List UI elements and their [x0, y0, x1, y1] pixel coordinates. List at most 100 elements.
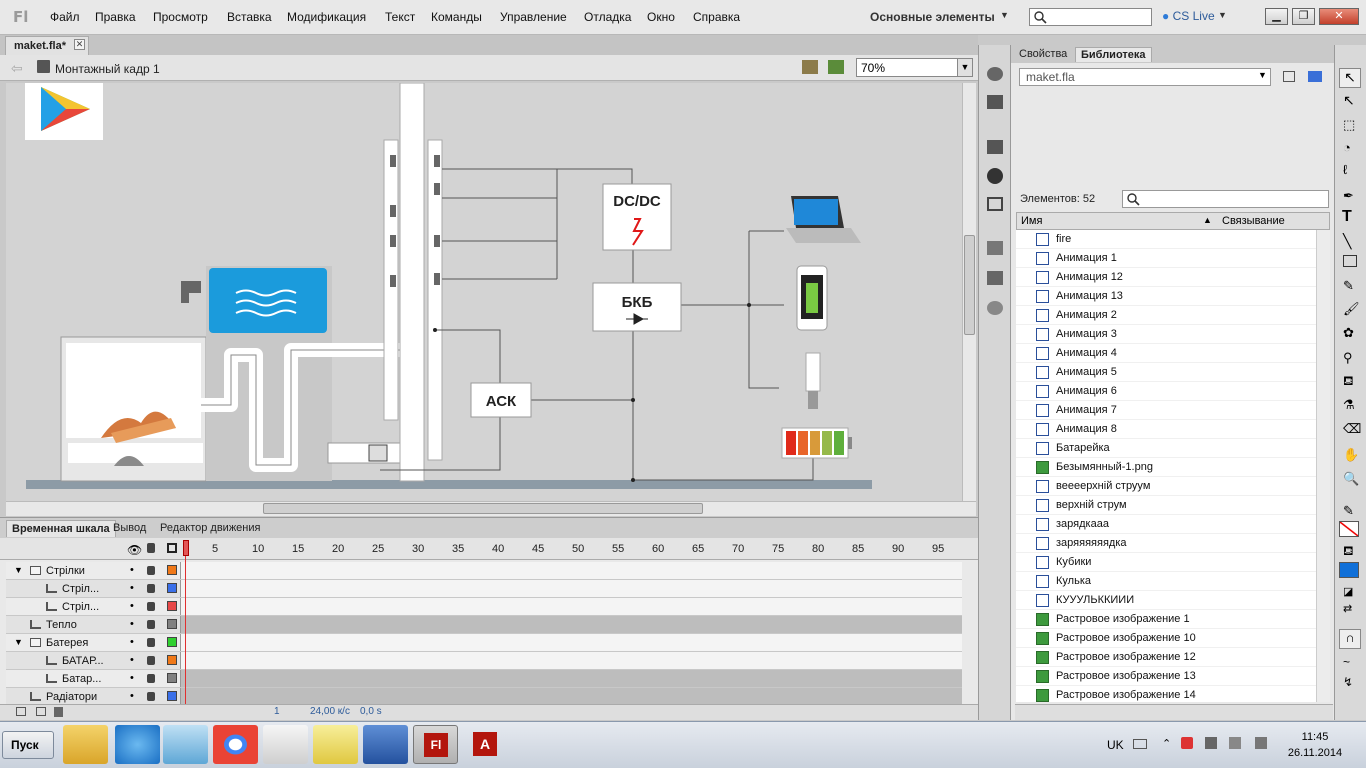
3d-rotation-icon[interactable]: ◔ [1343, 140, 1351, 155]
library-item[interactable]: заряяяяяядка [1016, 534, 1316, 553]
layer-color-swatch[interactable] [167, 655, 177, 665]
library-item[interactable]: Анимация 1 [1016, 249, 1316, 268]
layer-name[interactable]: Стрілки [46, 565, 85, 577]
chevron-down-icon[interactable]: ▼ [1218, 10, 1227, 20]
motion-presets-icon[interactable] [987, 301, 1003, 315]
lock-icon[interactable] [147, 620, 155, 629]
tab-timeline[interactable]: Временная шкала [6, 520, 116, 537]
snipping-tool-taskbar-icon[interactable] [263, 725, 308, 764]
minimize-button[interactable]: ▁ [1265, 8, 1288, 25]
eye-icon[interactable]: 👁 [127, 543, 142, 557]
library-item[interactable]: Анимация 2 [1016, 306, 1316, 325]
color-icon[interactable] [987, 67, 1003, 81]
swatches-icon[interactable] [987, 95, 1003, 109]
internet-explorer-taskbar-icon[interactable] [115, 725, 160, 764]
sticky-notes-taskbar-icon[interactable] [313, 725, 358, 764]
library-file-select[interactable]: maket.fla [1019, 68, 1271, 86]
back-arrow-icon[interactable]: ⇦ [11, 60, 23, 77]
layer-color-swatch[interactable] [167, 637, 177, 647]
timeline-layer-row[interactable]: Тепло • [6, 616, 962, 634]
volume-icon[interactable] [1255, 737, 1267, 749]
tab-properties[interactable]: Свойства [1014, 47, 1072, 61]
close-icon[interactable]: ✕ [74, 39, 85, 50]
brush-icon[interactable]: 🖌 [1343, 301, 1360, 317]
stage[interactable]: DC/DC БКБ АСК [6, 83, 962, 501]
library-item[interactable]: Растровое изображение 13 [1016, 667, 1316, 686]
frame-track[interactable] [180, 598, 962, 615]
language-indicator[interactable]: UK [1107, 738, 1124, 752]
timeline-layer-row[interactable]: ▼ Стрілки • [6, 562, 962, 580]
library-item[interactable]: Анимация 8 [1016, 420, 1316, 439]
line-tool-icon[interactable]: ╲ [1343, 233, 1351, 250]
library-item[interactable]: Анимация 7 [1016, 401, 1316, 420]
zoom-tool-icon[interactable]: 🔍 [1343, 471, 1359, 487]
frame-track[interactable] [180, 562, 962, 579]
default-colors-icon[interactable]: ◪ [1343, 585, 1353, 598]
straighten-icon[interactable]: ↯ [1343, 675, 1353, 689]
eraser-icon[interactable]: ⌫ [1343, 421, 1361, 437]
library-item[interactable]: fire [1016, 230, 1316, 249]
chrome-taskbar-icon[interactable] [213, 725, 258, 764]
bone-tool-icon[interactable]: ⚲ [1343, 350, 1353, 366]
library-item[interactable]: Безымянный-1.png [1016, 458, 1316, 477]
clock-date[interactable]: 26.11.2014 [1284, 747, 1346, 759]
workspace-switcher[interactable]: Основные элементы [870, 10, 995, 24]
cs-live-button[interactable]: ● CS Live [1162, 9, 1215, 23]
pencil-icon[interactable]: ✎ [1343, 278, 1354, 294]
tab-motion-editor[interactable]: Редактор движения [155, 520, 265, 537]
frame-track[interactable] [180, 688, 962, 705]
deco-tool-icon[interactable]: ✿ [1343, 325, 1354, 341]
chevron-down-icon[interactable]: ▼ [1000, 10, 1009, 20]
visibility-dot[interactable]: • [130, 636, 134, 648]
layer-name[interactable]: БАТАР... [62, 655, 104, 667]
lasso-icon[interactable]: ℓ [1343, 162, 1347, 177]
keyboard-icon[interactable] [1133, 739, 1147, 749]
menu-item[interactable]: Вставка [227, 10, 272, 24]
free-transform-icon[interactable]: ⬚ [1343, 117, 1355, 133]
app-taskbar-icon[interactable] [163, 725, 208, 764]
frame-track[interactable] [180, 580, 962, 597]
visibility-dot[interactable]: • [130, 600, 134, 612]
pin-icon[interactable] [1283, 71, 1295, 82]
layer-name[interactable]: Стріл... [62, 583, 99, 595]
layer-color-swatch[interactable] [167, 619, 177, 629]
library-item[interactable]: Растровое изображение 1 [1016, 610, 1316, 629]
frame-rate[interactable]: 24,00 к/с [310, 706, 350, 717]
menu-item[interactable]: Окно [647, 10, 675, 24]
menu-item[interactable]: Файл [50, 10, 80, 24]
acrobat-taskbar-icon[interactable]: A [463, 725, 508, 764]
chevron-down-icon[interactable]: ▼ [957, 59, 972, 76]
pen-tool-icon[interactable]: ✒ [1343, 188, 1354, 204]
hand-tool-icon[interactable]: ✋ [1343, 447, 1359, 463]
stage-horizontal-scroll-thumb[interactable] [263, 503, 703, 514]
word-taskbar-icon[interactable] [363, 725, 408, 764]
layer-color-swatch[interactable] [167, 673, 177, 683]
timeline-layer-row[interactable]: Стріл... • [6, 580, 962, 598]
action-center-icon[interactable] [1181, 737, 1193, 749]
edit-scene-icon[interactable] [828, 60, 844, 74]
lock-icon[interactable] [147, 566, 155, 575]
layer-name[interactable]: Стріл... [62, 601, 99, 613]
transform-icon[interactable] [987, 197, 1003, 211]
lock-icon[interactable] [147, 543, 155, 553]
library-item[interactable]: Анимация 13 [1016, 287, 1316, 306]
library-scrollbar[interactable] [1316, 230, 1330, 702]
frame-track[interactable] [180, 634, 962, 651]
library-item[interactable]: Растровое изображение 14 [1016, 686, 1316, 702]
frame-track[interactable] [180, 670, 962, 687]
sort-up-icon[interactable]: ▲ [1203, 215, 1212, 225]
menu-item[interactable]: Просмотр [153, 10, 208, 24]
network-icon[interactable] [1205, 737, 1217, 749]
library-item[interactable]: Анимация 6 [1016, 382, 1316, 401]
library-item[interactable]: Анимация 3 [1016, 325, 1316, 344]
subselection-tool-icon[interactable]: ↖ [1343, 92, 1355, 109]
show-hidden-icons-icon[interactable]: ⌃ [1162, 737, 1171, 750]
help-search-input[interactable] [1029, 8, 1152, 26]
zoom-select[interactable]: 70% [856, 58, 973, 77]
swap-colors-icon[interactable]: ⇄ [1343, 602, 1352, 615]
visibility-dot[interactable]: • [130, 582, 134, 594]
visibility-dot[interactable]: • [130, 564, 134, 576]
frame-track[interactable] [180, 652, 962, 669]
library-item[interactable]: Анимация 4 [1016, 344, 1316, 363]
chevron-down-icon[interactable]: ▼ [1258, 70, 1267, 80]
